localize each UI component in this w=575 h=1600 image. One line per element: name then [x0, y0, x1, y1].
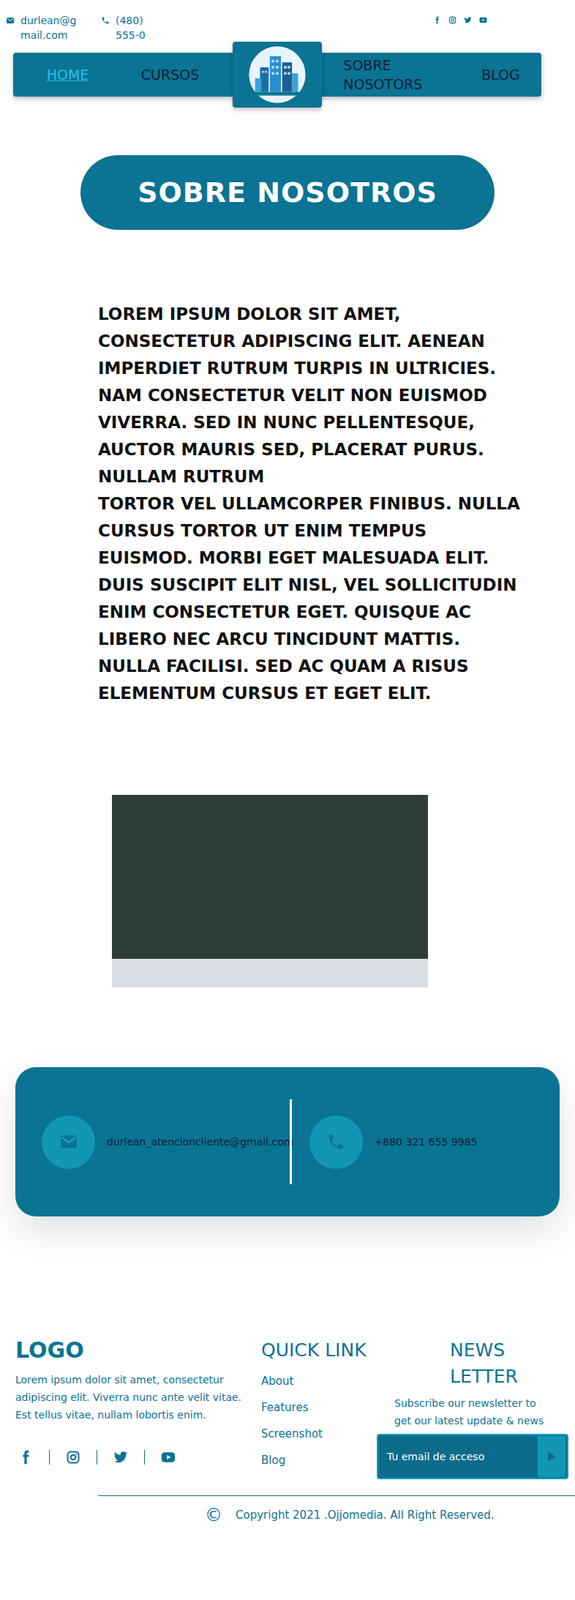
nav-item[interactable]: HOME [46, 65, 90, 85]
footer: LOGO Lorem ipsum dolor sit amet, consect… [0, 1336, 575, 1525]
footer-logo: LOGO [15, 1336, 250, 1363]
logo[interactable] [232, 41, 322, 108]
mail-icon [5, 16, 15, 25]
copyright: © Copyright 2021 .Ojjomedia. All Right R… [204, 1504, 575, 1525]
footer-divider [98, 1494, 575, 1496]
city-logo-icon [246, 43, 308, 106]
facebook-icon[interactable] [433, 16, 442, 25]
quick-link[interactable]: Features [261, 1393, 379, 1420]
nav-right: SOBRE NOSOTORS BLOG [321, 55, 542, 94]
about-paragraph: TORTOR VEL ULLAMCORPER FINIBUS. NULLA CU… [98, 490, 523, 707]
quick-link[interactable]: Blog [261, 1446, 379, 1473]
nav-bar: HOME CURSOS SOBRE NOSOTORS BLOG [13, 52, 542, 97]
copyright-icon: © [204, 1504, 223, 1525]
nav-item[interactable]: BLOG [481, 65, 521, 85]
nav-left: HOME CURSOS [13, 65, 233, 85]
youtube-icon[interactable] [479, 16, 488, 25]
mail-icon [59, 1131, 79, 1151]
quick-link[interactable]: Screenshot [261, 1419, 379, 1447]
twitter-icon[interactable] [463, 16, 472, 25]
newsletter-input[interactable]: Tu email de acceso [376, 1433, 569, 1479]
social-icons [15, 1449, 250, 1464]
hero-title: SOBRE NOSOTROS [80, 155, 495, 230]
newsletter: NEWS LETTER Subscribe our newsletter to … [376, 1336, 569, 1479]
nav-item[interactable]: SOBRE NOSOTORS [343, 55, 453, 94]
phone-icon [326, 1131, 346, 1151]
subscribe-button[interactable] [537, 1435, 566, 1477]
youtube-icon[interactable] [160, 1449, 176, 1464]
divider [289, 1098, 292, 1184]
about-text: LOREM IPSUM DOLOR SIT AMET, CONSECTETUR … [98, 300, 523, 707]
quick-links: QUICK LINK AboutFeaturesScreenshotBlog [261, 1336, 379, 1479]
social-icons [433, 16, 488, 25]
phone-icon [100, 16, 110, 25]
facebook-icon[interactable] [18, 1449, 33, 1464]
instagram-icon[interactable] [65, 1449, 81, 1464]
photo [111, 794, 428, 987]
nav-item[interactable]: CURSOS [141, 65, 199, 85]
card-email[interactable]: durlean_atencioncliente@gmail.com [41, 1114, 278, 1169]
top-phone[interactable]: (480) 555-0 [100, 13, 160, 43]
top-email[interactable]: durlean@gmail.com [5, 13, 94, 43]
quick-link[interactable]: About [261, 1367, 379, 1394]
about-paragraph: LOREM IPSUM DOLOR SIT AMET, CONSECTETUR … [98, 300, 523, 491]
footer-about: LOGO Lorem ipsum dolor sit amet, consect… [15, 1336, 250, 1479]
circle [309, 1114, 363, 1169]
circle [41, 1114, 96, 1169]
page: durlean@gmail.com (480) 555-0 HOME CURSOS… [0, 0, 575, 1600]
instagram-icon[interactable] [448, 16, 457, 25]
twitter-icon[interactable] [113, 1449, 129, 1464]
contact-card: durlean_atencioncliente@gmail.com +880 3… [15, 1066, 560, 1216]
card-phone[interactable]: +880 321 655 9985 [309, 1114, 546, 1169]
arrow-icon [547, 1449, 556, 1463]
